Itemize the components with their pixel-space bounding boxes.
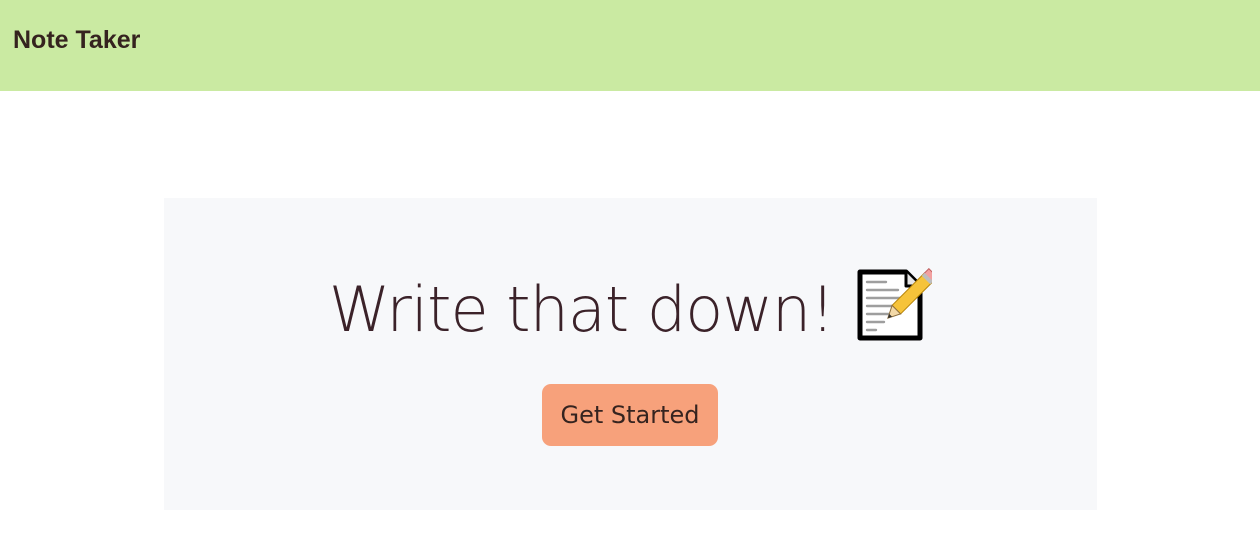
brand-link[interactable]: Note Taker [13, 24, 140, 56]
navbar: Note Taker [0, 0, 1260, 91]
headline-text: Write that down! [328, 273, 835, 346]
hero-panel: Write that down! Get Started [164, 198, 1097, 510]
memo-icon [854, 268, 933, 344]
hero-headline: Write that down! [164, 262, 1097, 354]
get-started-button[interactable]: Get Started [542, 384, 718, 446]
